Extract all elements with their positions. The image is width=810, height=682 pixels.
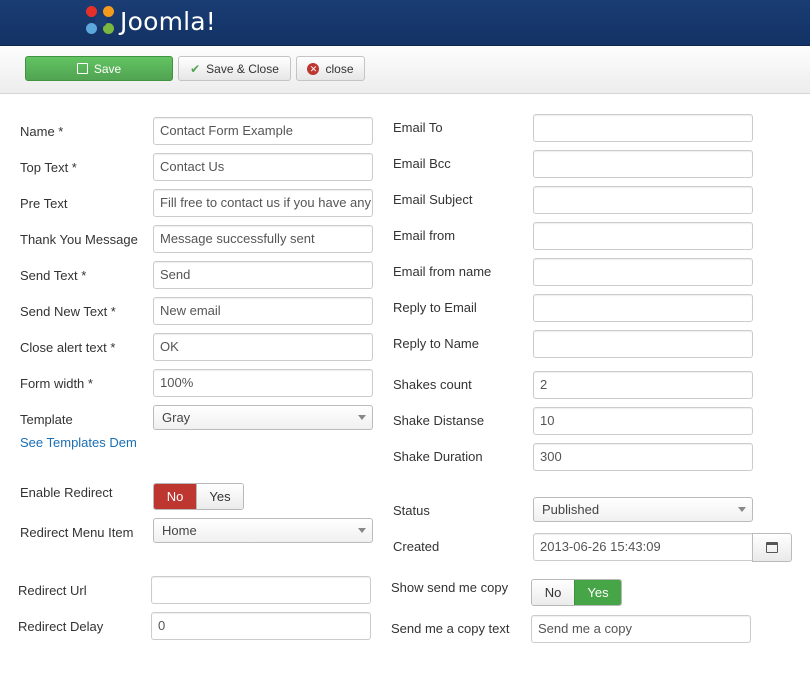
save-label: Save [93, 61, 122, 76]
status-select-value: Published [542, 502, 600, 517]
name-field[interactable]: Contact Form Example [153, 117, 373, 145]
email-to-label: Email To [393, 120, 443, 135]
show-send-copy-yes-button[interactable]: Yes [574, 580, 621, 605]
save-button[interactable]: Save [25, 56, 173, 81]
reply-to-email-field[interactable] [533, 294, 753, 322]
toolbar: Save ✔ Save & Close ✕ close [0, 46, 810, 94]
redirect-url-field[interactable] [151, 576, 371, 604]
reply-to-name-field[interactable] [533, 330, 753, 358]
enable-redirect-toggle: No Yes [153, 483, 244, 510]
email-subject-label: Email Subject [393, 192, 473, 207]
shakes-count-field[interactable]: 2 [533, 371, 753, 399]
top-text-label: Top Text * [20, 160, 77, 175]
status-label: Status [393, 503, 430, 518]
email-from-name-label: Email from name [393, 264, 492, 279]
logo-text: Joomla! [120, 6, 217, 36]
app-header: Joomla! [0, 0, 810, 46]
close-icon: ✕ [307, 62, 320, 75]
status-select[interactable]: Published [533, 497, 753, 522]
chevron-down-icon [358, 528, 366, 533]
email-subject-field[interactable] [533, 186, 753, 214]
joomla-logo-icon [86, 6, 116, 36]
shake-duration-field[interactable]: 300 [533, 443, 753, 471]
send-text-label: Send Text * [20, 268, 87, 283]
save-close-button[interactable]: ✔ Save & Close [178, 56, 291, 81]
email-from-field[interactable] [533, 222, 753, 250]
joomla-logo[interactable]: Joomla! [86, 5, 216, 37]
email-from-name-field[interactable] [533, 258, 753, 286]
template-label: Template [20, 412, 73, 427]
redirect-delay-label: Redirect Delay [18, 619, 104, 634]
email-bcc-label: Email Bcc [393, 156, 451, 171]
chevron-down-icon [358, 415, 366, 420]
send-copy-text-field[interactable]: Send me a copy [531, 615, 751, 643]
email-bcc-field[interactable] [533, 150, 753, 178]
enable-redirect-no-button[interactable]: No [154, 484, 196, 509]
name-label: Name * [20, 124, 64, 139]
send-text-field[interactable]: Send [153, 261, 373, 289]
calendar-button[interactable] [752, 533, 792, 562]
show-send-copy-no-button[interactable]: No [532, 580, 574, 605]
calendar-icon [766, 542, 778, 553]
enable-redirect-label: Enable Redirect [20, 485, 113, 500]
email-from-label: Email from [393, 228, 456, 243]
template-select[interactable]: Gray [153, 405, 373, 430]
show-send-copy-label: Show send me copy [391, 580, 509, 595]
redirect-menu-item-label: Redirect Menu Item [20, 525, 134, 540]
email-to-field[interactable] [533, 114, 753, 142]
see-templates-link[interactable]: See Templates Dem [20, 435, 137, 450]
shakes-count-label: Shakes count [393, 377, 472, 392]
redirect-delay-field[interactable]: 0 [151, 612, 371, 640]
shake-distanse-label: Shake Distanse [393, 413, 485, 428]
close-button[interactable]: ✕ close [296, 56, 365, 81]
shake-distanse-field[interactable]: 10 [533, 407, 753, 435]
form-width-field[interactable]: 100% [153, 369, 373, 397]
redirect-url-label: Redirect Url [18, 583, 87, 598]
edit-icon [76, 63, 88, 74]
form-width-label: Form width * [20, 376, 93, 391]
reply-to-email-label: Reply to Email [393, 300, 477, 315]
redirect-menu-item-value: Home [162, 523, 197, 538]
save-close-label: Save & Close [206, 61, 279, 76]
pre-text-field[interactable]: Fill free to contact us if you have any [153, 189, 373, 217]
shake-duration-label: Shake Duration [393, 449, 483, 464]
created-label: Created [393, 539, 440, 554]
close-label: close [325, 61, 354, 76]
check-icon: ✔ [190, 61, 201, 76]
top-text-field[interactable]: Contact Us [153, 153, 373, 181]
send-new-text-field[interactable]: New email [153, 297, 373, 325]
close-alert-label: Close alert text * [20, 340, 116, 355]
created-date-field[interactable]: 2013-06-26 15:43:09 [533, 533, 753, 561]
enable-redirect-yes-button[interactable]: Yes [196, 484, 243, 509]
thank-you-field[interactable]: Message successfully sent [153, 225, 373, 253]
template-select-value: Gray [162, 410, 191, 425]
close-alert-field[interactable]: OK [153, 333, 373, 361]
reply-to-name-label: Reply to Name [393, 336, 479, 351]
pre-text-label: Pre Text [20, 196, 68, 211]
show-send-copy-toggle: No Yes [531, 579, 622, 606]
send-copy-text-label: Send me a copy text [391, 621, 510, 636]
chevron-down-icon [738, 507, 746, 512]
redirect-menu-item-select[interactable]: Home [153, 518, 373, 543]
send-new-text-label: Send New Text * [20, 304, 116, 319]
thank-you-label: Thank You Message [20, 232, 138, 247]
